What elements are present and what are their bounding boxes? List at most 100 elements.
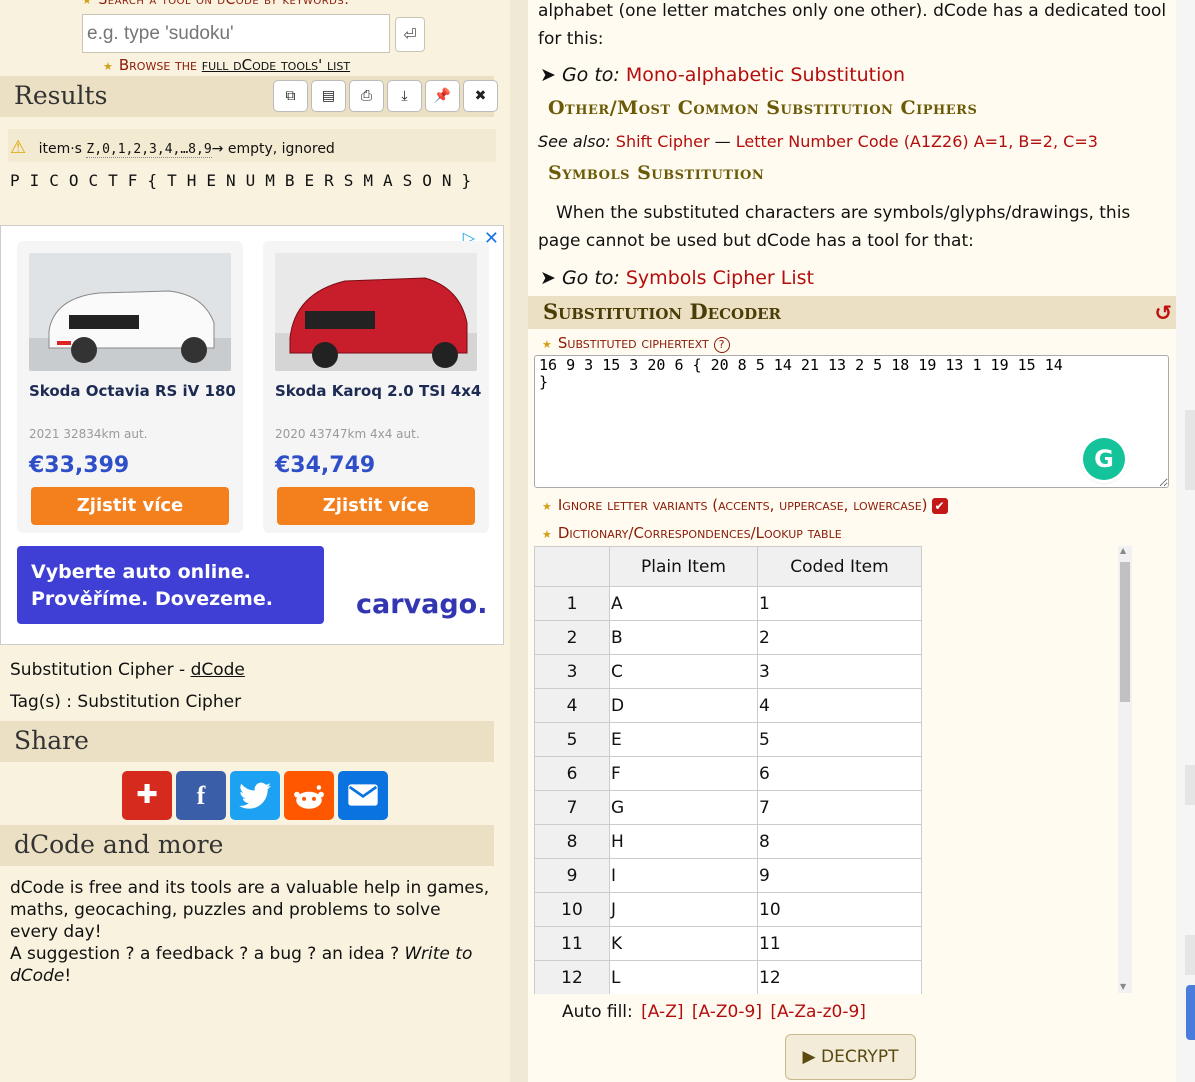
search-input[interactable] bbox=[82, 14, 390, 53]
copy-icon[interactable]: ⧉ bbox=[273, 80, 308, 112]
coded-item-cell[interactable]: 10 bbox=[757, 892, 922, 927]
coded-item-cell[interactable]: 11 bbox=[757, 926, 922, 961]
row-index: 9 bbox=[534, 858, 610, 893]
car-price: €33,399 bbox=[29, 453, 130, 478]
coded-item-cell[interactable]: 6 bbox=[757, 756, 922, 791]
heading-symbols: Symbols Substitution bbox=[548, 162, 765, 184]
row-index: 11 bbox=[534, 926, 610, 961]
ciphertext-input[interactable]: 16 9 3 15 3 20 6 { 20 8 5 14 21 13 2 5 1… bbox=[534, 355, 1169, 488]
twitter-icon[interactable] bbox=[230, 771, 280, 820]
scroll-thumb[interactable] bbox=[1120, 562, 1130, 702]
table-row: 4D4 bbox=[534, 688, 922, 723]
goto-symbols: ➤ Go to: Symbols Cipher List bbox=[540, 267, 814, 289]
coded-item-cell[interactable]: 2 bbox=[757, 620, 922, 655]
symbols-cipher-link[interactable]: Symbols Cipher List bbox=[626, 267, 814, 289]
dictionary-label: ★ Dictionary/Correspondences/Lookup table bbox=[542, 524, 842, 542]
autofill-az09[interactable]: [A-Z0-9] bbox=[692, 1002, 762, 1022]
table-header-row: Plain Item Coded Item bbox=[534, 546, 922, 587]
car-cta-button[interactable]: Zjistit více bbox=[31, 487, 229, 525]
car-cta-button[interactable]: Zjistit více bbox=[277, 487, 475, 525]
pin-icon[interactable]: 📌 bbox=[425, 80, 460, 112]
autofill-aza-z09[interactable]: [A-Za-z0-9] bbox=[770, 1002, 866, 1022]
scroll-up-icon[interactable]: ▲ bbox=[1120, 546, 1126, 555]
plain-item-header: Plain Item bbox=[609, 546, 758, 587]
coded-item-cell[interactable]: 7 bbox=[757, 790, 922, 825]
help-icon[interactable]: ? bbox=[713, 337, 730, 353]
table-row: 11 K 11 bbox=[534, 926, 922, 961]
close-icon[interactable]: ✖ bbox=[463, 80, 498, 112]
page-scrollbar[interactable] bbox=[1176, 0, 1195, 1082]
browse-tools-link[interactable]: ★ Browse the full dCode tools' list bbox=[103, 56, 350, 74]
see-also: See also: Shift Cipher — Letter Number C… bbox=[538, 132, 1098, 151]
table-row: 12 L 12 bbox=[534, 960, 922, 994]
shift-cipher-link[interactable]: Shift Cipher bbox=[616, 132, 710, 151]
car-name[interactable]: Skoda Karoq 2.0 TSI 4x4 bbox=[275, 381, 485, 401]
reddit-alien bbox=[294, 785, 324, 809]
advertisement[interactable]: ▷ ✕ Skoda Octavia RS iV 180 2021 32834km… bbox=[0, 225, 504, 645]
car-meta: 2020 43747km 4x4 aut. bbox=[275, 427, 420, 441]
plus-share-icon[interactable]: ✚ bbox=[122, 771, 172, 820]
ignore-variants-checkbox[interactable]: ✔ bbox=[931, 497, 948, 514]
side-widget-button[interactable] bbox=[1186, 985, 1195, 1040]
search-go-button[interactable]: ⏎ bbox=[395, 17, 425, 52]
grammarly-icon[interactable]: G bbox=[1083, 438, 1125, 480]
autofill-row: Auto fill: [A-Z] [A-Z0-9] [A-Za-z0-9] bbox=[562, 1002, 866, 1022]
plain-item-cell[interactable]: J bbox=[609, 892, 758, 927]
plain-item-cell[interactable]: E bbox=[609, 722, 758, 757]
autofill-az[interactable]: [A-Z] bbox=[641, 1002, 683, 1022]
column-divider bbox=[510, 0, 528, 1082]
mono-alphabetic-link[interactable]: Mono-alphabetic Substitution bbox=[626, 64, 905, 86]
decrypt-button[interactable]: ▶ DECRYPT bbox=[785, 1034, 916, 1080]
coded-item-cell[interactable]: 8 bbox=[757, 824, 922, 859]
goto-mono-alphabetic: ➤ Go to: Mono-alphabetic Substitution bbox=[540, 64, 906, 86]
plain-item-cell[interactable]: I bbox=[609, 858, 758, 893]
lookup-table: Plain Item Coded Item 1A12B23C34D45E56F6… bbox=[534, 546, 922, 994]
plain-item-cell[interactable]: H bbox=[609, 824, 758, 859]
coded-item-cell[interactable]: 9 bbox=[757, 858, 922, 893]
table-row: 6F6 bbox=[534, 756, 922, 791]
coded-item-cell[interactable]: 5 bbox=[757, 722, 922, 757]
envelope bbox=[348, 784, 378, 806]
plain-item-cell[interactable]: K bbox=[609, 926, 758, 961]
coded-item-cell[interactable]: 3 bbox=[757, 654, 922, 689]
more-text: dCode is free and its tools are a valuab… bbox=[10, 878, 490, 986]
row-index: 2 bbox=[534, 620, 610, 655]
ad-brand-logo[interactable]: carvago. bbox=[356, 589, 488, 620]
car-card[interactable]: Skoda Karoq 2.0 TSI 4x4 2020 43747km 4x4… bbox=[263, 241, 489, 533]
plain-item-cell[interactable]: G bbox=[609, 790, 758, 825]
plain-item-cell[interactable]: A bbox=[609, 586, 758, 621]
email-icon[interactable] bbox=[338, 771, 388, 820]
heading-other-ciphers: Other/Most Common Substitution Ciphers bbox=[548, 97, 978, 119]
row-index: 8 bbox=[534, 824, 610, 859]
dcode-link[interactable]: dCode bbox=[191, 660, 245, 680]
car-name[interactable]: Skoda Octavia RS iV 180 bbox=[29, 381, 239, 401]
intro-paragraph: alphabet (one letter matches only one ot… bbox=[538, 1, 1167, 49]
a1z26-link[interactable]: Letter Number Code (A1Z26) A=1, B=2, C=3 bbox=[736, 132, 1098, 151]
star-icon: ★ bbox=[103, 60, 113, 73]
plain-item-cell[interactable]: C bbox=[609, 654, 758, 689]
lookup-table-container[interactable]: Plain Item Coded Item 1A12B23C34D45E56F6… bbox=[534, 546, 1134, 994]
plain-item-cell[interactable]: L bbox=[609, 960, 758, 994]
plain-item-cell[interactable]: D bbox=[609, 688, 758, 723]
plain-item-cell[interactable]: F bbox=[609, 756, 758, 791]
coded-item-cell[interactable]: 4 bbox=[757, 688, 922, 723]
left-sidebar: ★Search a tool on dCode by keywords: ⏎ ★… bbox=[0, 0, 510, 1082]
scroll-down-icon[interactable]: ▼ bbox=[1120, 982, 1126, 991]
table-row: 2B2 bbox=[534, 620, 922, 655]
star-icon: ★ bbox=[542, 528, 552, 541]
result-output: PICOCTF{THENUMBERSMASON} bbox=[10, 171, 482, 190]
car-meta: 2021 32834km aut. bbox=[29, 427, 148, 441]
reddit-icon[interactable] bbox=[284, 771, 334, 820]
ad-banner[interactable]: Vyberte auto online. Prověříme. Dovezeme… bbox=[17, 546, 324, 624]
coded-item-cell[interactable]: 12 bbox=[757, 960, 922, 994]
star-icon: ★ bbox=[542, 338, 552, 351]
download-icon[interactable]: ⤓ bbox=[387, 80, 422, 112]
coded-item-cell[interactable]: 1 bbox=[757, 586, 922, 621]
plain-item-cell[interactable]: B bbox=[609, 620, 758, 655]
car-card[interactable]: Skoda Octavia RS iV 180 2021 32834km aut… bbox=[17, 241, 243, 533]
more-heading: dCode and more bbox=[0, 825, 494, 866]
facebook-icon[interactable]: f bbox=[176, 771, 226, 820]
print-icon[interactable]: ⎙ bbox=[349, 80, 384, 112]
reload-icon[interactable]: ↺ bbox=[1154, 301, 1172, 325]
save-icon[interactable]: ▤ bbox=[311, 80, 346, 112]
